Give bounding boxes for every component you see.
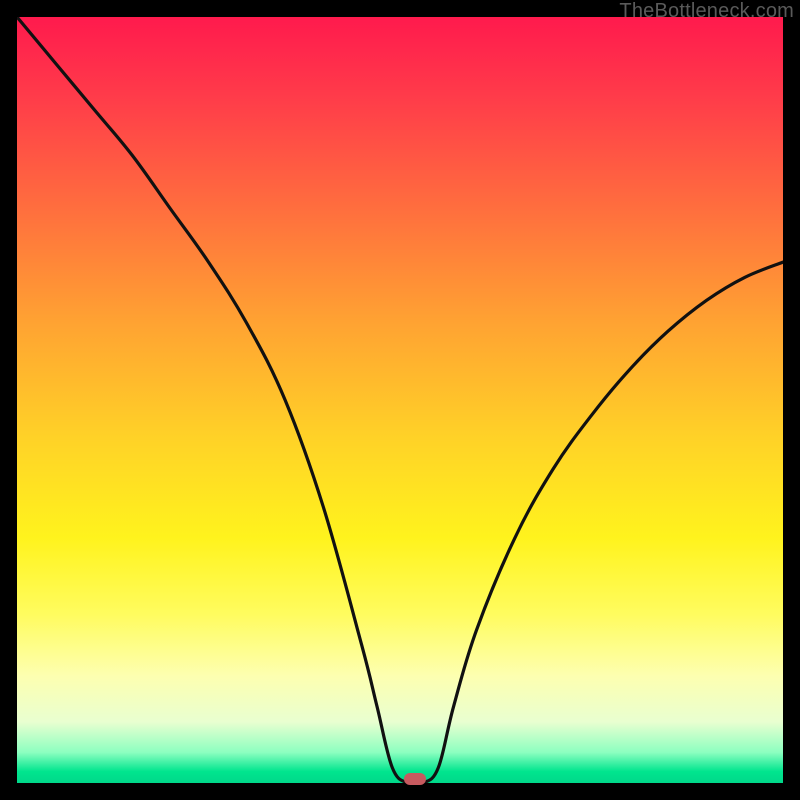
chart-plot-area — [17, 17, 783, 783]
chart-frame: TheBottleneck.com — [0, 0, 800, 800]
bottleneck-curve — [17, 17, 783, 783]
curve-path — [17, 17, 783, 783]
optimum-marker — [404, 773, 426, 785]
